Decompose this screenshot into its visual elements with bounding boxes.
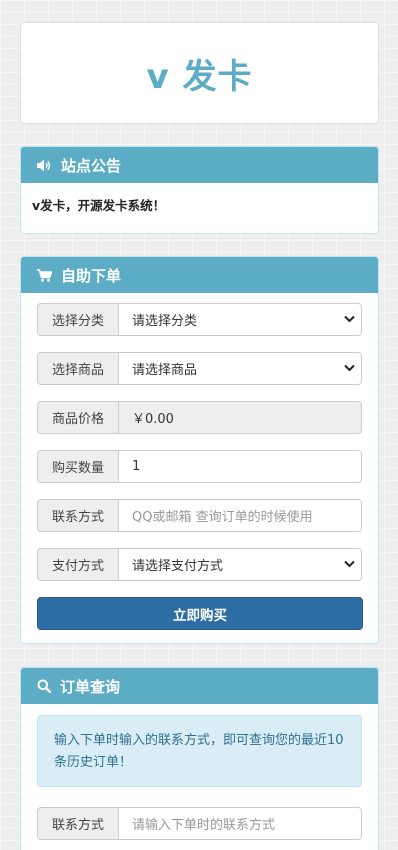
- category-select[interactable]: 请选择分类: [118, 303, 362, 336]
- cart-icon: [37, 268, 52, 282]
- order-form: 选择分类 请选择分类 选择商品 请选择商品 商品价格 ￥0.00 购买数量 1 …: [21, 293, 378, 630]
- product-select-value: 请选择商品: [132, 363, 198, 378]
- query-heading: 订单查询: [21, 668, 378, 704]
- notice-heading: 站点公告: [21, 147, 378, 183]
- query-info-alert: 输入下单时输入的联系方式，即可查询您的最近10条历史订单！: [37, 715, 362, 787]
- quantity-row: 购买数量 1: [37, 450, 362, 483]
- category-row: 选择分类 请选择分类: [37, 303, 362, 336]
- notice-heading-label: 站点公告: [61, 156, 122, 175]
- brand-box: v 发卡: [20, 22, 379, 124]
- search-icon: [37, 679, 51, 693]
- price-field: ￥0.00: [118, 401, 362, 434]
- payment-label: 支付方式: [37, 548, 118, 581]
- contact-label: 联系方式: [37, 499, 118, 532]
- query-contact-label: 联系方式: [37, 807, 118, 840]
- query-panel: 订单查询 输入下单时输入的联系方式，即可查询您的最近10条历史订单！ 联系方式 …: [20, 667, 379, 850]
- price-row: 商品价格 ￥0.00: [37, 401, 362, 434]
- chevron-down-icon: [344, 364, 355, 372]
- category-select-value: 请选择分类: [132, 314, 198, 329]
- payment-select[interactable]: 请选择支付方式: [118, 548, 362, 581]
- quantity-label: 购买数量: [37, 450, 118, 483]
- product-row: 选择商品 请选择商品: [37, 352, 362, 385]
- volume-icon: [37, 159, 51, 171]
- query-contact-input[interactable]: 请输入下单时的联系方式: [118, 807, 362, 840]
- product-select[interactable]: 请选择商品: [118, 352, 362, 385]
- chevron-down-icon: [344, 315, 355, 323]
- notice-text: v发卡，开源发卡系统！: [32, 198, 166, 213]
- contact-input[interactable]: QQ或邮箱 查询订单的时候使用: [118, 499, 362, 532]
- quantity-input[interactable]: 1: [118, 450, 362, 483]
- contact-row: 联系方式 QQ或邮箱 查询订单的时候使用: [37, 499, 362, 532]
- query-contact-row: 联系方式 请输入下单时的联系方式: [37, 807, 362, 840]
- order-heading-label: 自助下单: [61, 266, 122, 285]
- category-label: 选择分类: [37, 303, 118, 336]
- buy-now-button[interactable]: 立即购买: [37, 597, 363, 630]
- price-label: 商品价格: [37, 401, 118, 434]
- query-heading-label: 订单查询: [60, 677, 121, 696]
- order-heading: 自助下单: [21, 257, 378, 293]
- payment-row: 支付方式 请选择支付方式: [37, 548, 362, 581]
- order-panel: 自助下单 选择分类 请选择分类 选择商品 请选择商品 商品价格 ￥0.00 购买…: [20, 256, 379, 644]
- payment-select-value: 请选择支付方式: [132, 559, 224, 574]
- chevron-down-icon: [344, 560, 355, 568]
- site-title: v 发卡: [146, 56, 253, 97]
- notice-panel: 站点公告 v发卡，开源发卡系统！: [20, 146, 379, 234]
- query-form: 输入下单时输入的联系方式，即可查询您的最近10条历史订单！ 联系方式 请输入下单…: [21, 704, 378, 840]
- product-label: 选择商品: [37, 352, 118, 385]
